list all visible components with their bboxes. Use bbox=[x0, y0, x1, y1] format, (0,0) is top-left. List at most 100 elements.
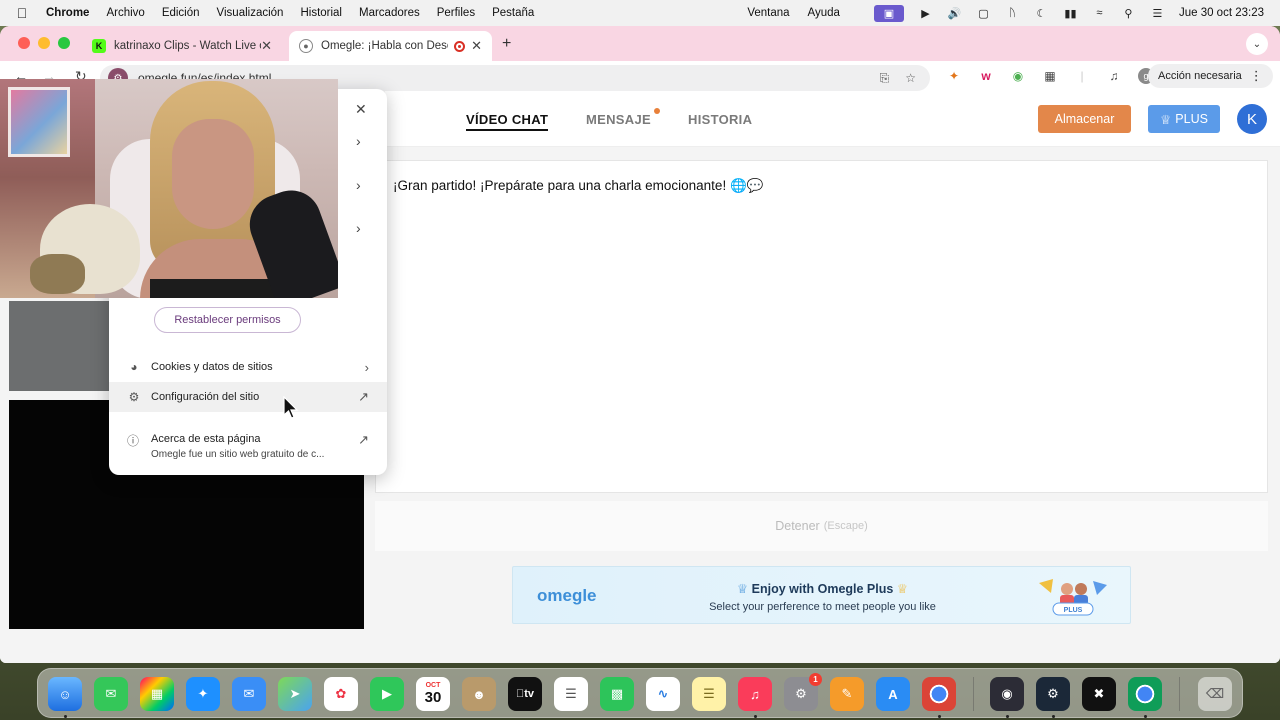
almacenar-button[interactable]: Almacenar bbox=[1038, 105, 1131, 133]
chevron-right-icon[interactable]: › bbox=[356, 220, 361, 236]
battery-icon[interactable]: ▮▮ bbox=[1063, 7, 1078, 20]
spotlight-search-icon[interactable]: ⚲ bbox=[1121, 7, 1136, 20]
facetime-icon[interactable]: ▶ bbox=[370, 677, 404, 711]
steam-icon[interactable]: ⚙ bbox=[1036, 677, 1070, 711]
plush-toy-small bbox=[30, 254, 85, 294]
photos-icon[interactable]: ✿ bbox=[324, 677, 358, 711]
plus-button-label: PLUS bbox=[1175, 112, 1208, 126]
toolbar-divider: | bbox=[1080, 69, 1084, 83]
cookies-label: Cookies y datos de sitios bbox=[151, 361, 273, 373]
tab-katrinaxo-clips[interactable]: K katrinaxo Clips - Watch Live on ✕ bbox=[82, 31, 282, 61]
menu-ventana[interactable]: Ventana bbox=[747, 7, 789, 19]
menu-pestana[interactable]: Pestaña bbox=[492, 7, 534, 19]
escape-key-hint: (Escape) bbox=[823, 520, 868, 532]
chrome-alt-icon[interactable] bbox=[1128, 677, 1162, 711]
finder-icon[interactable]: ☺ bbox=[48, 677, 82, 711]
reminders-icon[interactable]: ☰ bbox=[554, 677, 588, 711]
safari-icon[interactable]: ✦ bbox=[186, 677, 220, 711]
nav-video-chat[interactable]: VÍDEO CHAT bbox=[466, 112, 549, 131]
menu-ayuda[interactable]: Ayuda bbox=[808, 7, 840, 19]
volume-icon[interactable]: 🔊 bbox=[947, 7, 962, 20]
metamask-extension-icon[interactable]: ✦ bbox=[946, 68, 962, 84]
new-tab-plus-icon[interactable]: + bbox=[502, 35, 511, 53]
menu-marcadores[interactable]: Marcadores bbox=[359, 7, 420, 19]
pages-icon[interactable]: ✎ bbox=[830, 677, 864, 711]
screen-recording-icon[interactable]: ▣ bbox=[873, 4, 904, 22]
calendar-icon[interactable]: OCT 30 bbox=[416, 677, 450, 711]
media-controls-icon[interactable]: ♫ bbox=[1106, 68, 1122, 84]
crown-icon: ♕ bbox=[896, 582, 909, 596]
mail-icon[interactable]: ✉ bbox=[232, 677, 266, 711]
appletv-icon[interactable]: tv bbox=[508, 677, 542, 711]
detener-button[interactable]: Detener (Escape) bbox=[375, 501, 1268, 551]
chevron-right-icon[interactable]: › bbox=[356, 133, 361, 149]
chevron-right-icon: › bbox=[364, 359, 369, 375]
chat-panel: ¡Gran partido! ¡Prepárate para una charl… bbox=[375, 160, 1268, 493]
wifi-icon[interactable]: ≈ bbox=[1092, 7, 1107, 19]
numbers-icon[interactable]: ▩ bbox=[600, 677, 634, 711]
chevron-right-icon[interactable]: › bbox=[356, 177, 361, 193]
chat-extension-icon[interactable]: ◉ bbox=[1010, 68, 1026, 84]
capcut-icon[interactable]: ✖ bbox=[1082, 677, 1116, 711]
cookies-datos-sitios-row[interactable]: ◕ Cookies y datos de sitios › bbox=[109, 352, 387, 382]
close-tab-icon[interactable]: ✕ bbox=[471, 38, 482, 54]
bluetooth-icon[interactable]: ᚢ bbox=[1005, 7, 1020, 19]
menu-archivo[interactable]: Archivo bbox=[106, 7, 144, 19]
omegle-plus-banner[interactable]: omegle ♕ Enjoy with Omegle Plus ♕ Select… bbox=[512, 566, 1131, 624]
chrome-icon[interactable] bbox=[922, 677, 956, 711]
contacts-icon[interactable]: ☻ bbox=[462, 677, 496, 711]
person-face bbox=[172, 119, 254, 229]
running-indicator bbox=[1052, 715, 1055, 718]
appletv-label: tv bbox=[520, 688, 534, 700]
tab-title: katrinaxo Clips - Watch Live on bbox=[114, 40, 262, 52]
apple-icon[interactable]:  bbox=[14, 5, 30, 21]
messages-icon[interactable]: ✉ bbox=[94, 677, 128, 711]
control-center-icon[interactable]: ☰ bbox=[1150, 7, 1165, 20]
local-video-area bbox=[9, 301, 109, 391]
bookmark-star-icon[interactable]: ☆ bbox=[905, 71, 916, 86]
menu-edicion[interactable]: Edición bbox=[162, 7, 200, 19]
tab-omegle[interactable]: ● Omegle: ¡Habla con Desconocidos! ✕ bbox=[289, 31, 492, 61]
plus-button[interactable]: ♕ PLUS bbox=[1148, 105, 1220, 133]
menu-visualizacion[interactable]: Visualización bbox=[217, 7, 284, 19]
extensions-puzzle-icon[interactable]: ▦ bbox=[1042, 68, 1058, 84]
restablecer-permisos-button[interactable]: Restablecer permisos bbox=[154, 307, 301, 333]
notes-icon[interactable]: ☰ bbox=[692, 677, 726, 711]
gear-icon: ⚙ bbox=[128, 390, 140, 404]
display-icon[interactable]: ▢ bbox=[976, 7, 991, 20]
trash-icon[interactable]: ⌫ bbox=[1198, 677, 1232, 711]
menu-historial[interactable]: Historial bbox=[300, 7, 342, 19]
promo-people-illustration: PLUS bbox=[1039, 579, 1107, 616]
tab-title: Omegle: ¡Habla con Desconocidos! bbox=[321, 40, 448, 52]
install-app-icon[interactable]: ⎘ bbox=[880, 71, 890, 86]
play-icon[interactable]: ▶ bbox=[918, 7, 933, 20]
minimize-window-button[interactable] bbox=[38, 37, 50, 49]
close-tab-icon[interactable]: ✕ bbox=[261, 38, 272, 54]
w-extension-icon[interactable]: w bbox=[978, 68, 994, 84]
kick-icon: K bbox=[92, 39, 106, 53]
tab-search-chevron-icon[interactable]: ⌄ bbox=[1246, 33, 1268, 55]
maps-icon[interactable]: ➤ bbox=[278, 677, 312, 711]
settings-icon[interactable]: ⚙ 1 bbox=[784, 673, 822, 711]
menu-perfiles[interactable]: Perfiles bbox=[437, 7, 475, 19]
nav-historia[interactable]: HISTORIA bbox=[688, 112, 752, 127]
menu-bar-clock[interactable]: Jue 30 oct 23:23 bbox=[1179, 7, 1264, 19]
configuracion-sitio-row[interactable]: ⚙ Configuración del sitio ↗ bbox=[109, 382, 387, 412]
user-avatar[interactable]: K bbox=[1237, 104, 1267, 134]
accion-necesaria-button[interactable]: Acción necesaria ⋮ bbox=[1148, 64, 1273, 88]
focus-moon-icon[interactable]: ☾ bbox=[1034, 7, 1049, 20]
kebab-menu-icon: ⋮ bbox=[1249, 68, 1263, 83]
close-window-button[interactable] bbox=[18, 37, 30, 49]
address-bar-actions: ⎘ ☆ bbox=[880, 71, 930, 86]
close-icon[interactable]: ✕ bbox=[355, 101, 367, 118]
menu-app-name[interactable]: Chrome bbox=[46, 7, 89, 19]
appstore-icon[interactable]: A bbox=[876, 677, 910, 711]
freeform-icon[interactable]: ∿ bbox=[646, 677, 680, 711]
obs-icon[interactable]: ◉ bbox=[990, 677, 1024, 711]
zoom-window-button[interactable] bbox=[58, 37, 70, 49]
nav-mensaje[interactable]: MENSAJE bbox=[586, 112, 651, 127]
external-link-icon: ↗ bbox=[358, 432, 369, 447]
launchpad-icon[interactable]: ▦ bbox=[140, 677, 174, 711]
running-indicator bbox=[1144, 715, 1147, 718]
music-icon[interactable]: ♫ bbox=[738, 677, 772, 711]
